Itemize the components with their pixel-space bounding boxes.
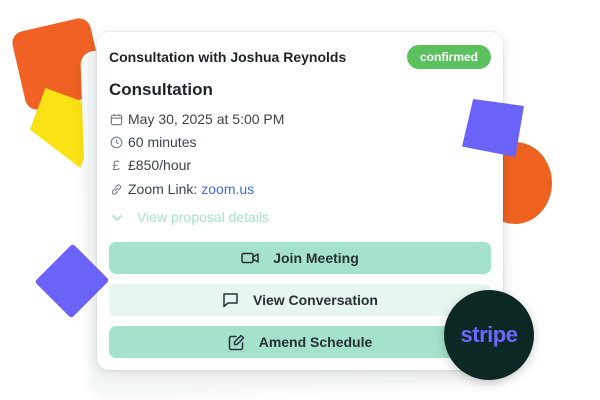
duration-value: 60 minutes <box>128 134 197 150</box>
date-value: May 30, 2025 at 5:00 PM <box>128 111 285 127</box>
view-proposal-label: View proposal details <box>137 209 270 225</box>
view-conversation-label: View Conversation <box>252 292 378 308</box>
price-row: £ £850/hour <box>109 157 191 173</box>
pound-icon: £ <box>112 157 120 173</box>
view-proposal-toggle[interactable]: View proposal details <box>111 209 269 225</box>
decorative-purple-shape-top <box>462 99 524 157</box>
price-value: £850/hour <box>128 157 192 173</box>
booking-card: Consultation with Joshua Reynolds confir… <box>97 32 503 370</box>
view-conversation-button[interactable]: View Conversation <box>109 284 491 316</box>
calendar-icon <box>109 112 123 126</box>
zoom-row: Zoom Link: zoom.us <box>109 181 254 197</box>
zoom-link[interactable]: zoom.us <box>201 181 254 197</box>
chat-icon <box>222 292 239 308</box>
amend-schedule-button[interactable]: Amend Schedule <box>109 326 491 358</box>
stripe-logo: stripe <box>444 290 534 380</box>
duration-row: 60 minutes <box>109 134 196 150</box>
join-meeting-label: Join Meeting <box>273 250 359 266</box>
zoom-label: Zoom Link: <box>128 181 198 197</box>
edit-icon <box>228 334 245 351</box>
status-badge: confirmed <box>406 45 491 69</box>
video-icon <box>241 251 259 265</box>
join-meeting-button[interactable]: Join Meeting <box>109 242 491 274</box>
card-header: Consultation with Joshua Reynolds confir… <box>109 44 491 70</box>
proposal-title: Consultation <box>109 80 213 99</box>
amend-schedule-label: Amend Schedule <box>258 334 373 350</box>
chevron-down-icon <box>111 209 123 225</box>
clock-icon <box>109 135 123 149</box>
link-icon <box>109 182 123 196</box>
booking-title: Consultation with Joshua Reynolds <box>109 49 347 65</box>
date-row: May 30, 2025 at 5:00 PM <box>109 111 284 127</box>
